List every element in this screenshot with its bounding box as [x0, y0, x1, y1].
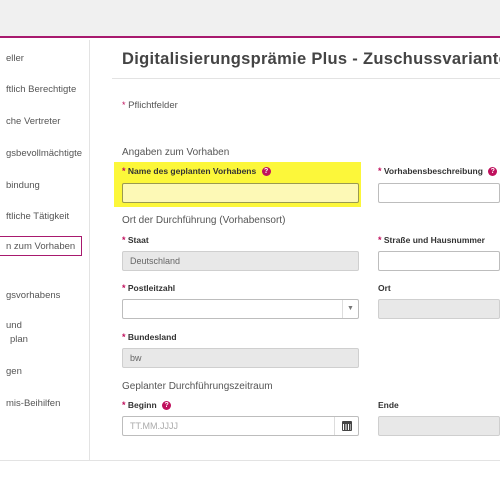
question-circle-icon[interactable]: ? [488, 167, 498, 177]
sidebar-item-label: che Vertreter [6, 116, 61, 127]
required-star: * [122, 235, 126, 245]
bundesland-field-label: * Bundesland [122, 332, 177, 342]
required-note-text: Pflichtfelder [128, 100, 178, 111]
sidebar-item-bankverbindung[interactable]: bindung [0, 179, 89, 193]
sidebar-item-label: gen [6, 366, 22, 377]
staat-field: Deutschland [122, 251, 359, 271]
label-text: Name des geplanten Vorhabens [127, 166, 257, 176]
sidebar-item-label: mis-Beihilfen [6, 398, 61, 409]
beginn-field-label: * Beginn ? [122, 400, 172, 411]
section-ort-der-durchfuehrung: Ort der Durchführung (Vorhabensort) [122, 215, 286, 226]
ende-field [378, 416, 500, 436]
vorhaben-name-input[interactable] [122, 183, 359, 203]
sidebar-item-label: gsvorhabens [6, 290, 61, 301]
sidebar-item-label: plan [10, 334, 28, 345]
section-durchfuehrungszeitraum: Geplanter Durchführungszeitraum [122, 381, 273, 392]
beginn-date-input[interactable]: TT.MM.JJJJ [122, 416, 359, 436]
sidebar-item-label: gsbevollmächtigte [6, 148, 83, 159]
sidebar-item-label: ftliche Tätigkeit [6, 211, 70, 222]
sidebar-item-de-minimis-beihilfen[interactable]: mis-Beihilfen [0, 397, 89, 411]
section-angaben-zum-vorhaben: Angaben zum Vorhaben [122, 147, 230, 158]
question-circle-icon[interactable]: ? [162, 401, 172, 411]
sidebar-item-gesetzliche-vertreter[interactable]: che Vertreter [0, 115, 89, 129]
sidebar-item-wirtschaftlich-berechtigte[interactable]: ftlich Berechtigte [0, 83, 89, 97]
vorhabensbeschreibung-input[interactable] [378, 183, 500, 203]
required-star: * [378, 235, 382, 245]
ort-field [378, 299, 500, 319]
calendar-icon [342, 421, 352, 431]
beschreibung-field-label: * Vorhabensbeschreibung ? [378, 166, 498, 177]
strasse-hausnummer-input[interactable] [378, 251, 500, 271]
sidebar-item-antragsteller[interactable]: eller [0, 52, 89, 66]
sidebar-item-label: eller [6, 53, 24, 64]
question-circle-icon[interactable]: ? [261, 167, 271, 177]
sidebar-item-angaben-zum-vorhaben[interactable]: n zum Vorhaben [0, 236, 82, 256]
strasse-field-label: * Straße und Hausnummer [378, 235, 485, 245]
sidebar-item-foerdervorhabens[interactable]: gsvorhabens [0, 289, 89, 303]
sidebar-item-label: und [6, 320, 22, 331]
label-text: Ort [378, 283, 391, 293]
required-star: * [378, 166, 382, 176]
sidebar-item-wirtschaftliche-taetigkeit[interactable]: ftliche Tätigkeit [0, 210, 89, 224]
top-bar [0, 0, 500, 38]
required-star: * [122, 400, 126, 410]
ende-field-label: Ende [378, 400, 399, 410]
sidebar-item-label: n zum Vorhaben [6, 241, 76, 252]
label-text: Vorhabensbeschreibung [383, 166, 483, 176]
postleitzahl-field-label: * Postleitzahl [122, 283, 175, 293]
ort-field-label: Ort [378, 283, 391, 293]
sidebar-item-erklaerungen[interactable]: gen [0, 365, 89, 379]
calendar-button[interactable] [334, 417, 358, 435]
label-text: Ende [378, 400, 399, 410]
required-fields-note: * Pflichtfelder [122, 100, 178, 111]
sidebar-item-label: bindung [6, 180, 40, 191]
page-title: Digitalisierungsprämie Plus - Zuschussva… [122, 50, 500, 68]
sidebar-nav: eller ftlich Berechtigte che Vertreter g… [0, 40, 90, 460]
chevron-down-icon[interactable]: ▼ [342, 300, 358, 318]
title-divider [112, 78, 500, 79]
staat-field-label: * Staat [122, 235, 149, 245]
sidebar-item-verfahrensbevollmaechtigte[interactable]: gsbevollmächtigte [0, 147, 89, 161]
sidebar-item-label: ftlich Berechtigte [6, 84, 77, 95]
postleitzahl-select[interactable]: ▼ [122, 299, 359, 319]
label-text: Bundesland [127, 332, 177, 342]
label-text: Straße und Hausnummer [383, 235, 485, 245]
bottom-divider [0, 460, 500, 461]
required-star: * [122, 283, 126, 293]
main-content: Digitalisierungsprämie Plus - Zuschussva… [90, 40, 500, 460]
bundesland-field: bw [122, 348, 359, 368]
required-star: * [122, 166, 126, 176]
label-text: Beginn [127, 400, 157, 410]
beginn-placeholder: TT.MM.JJJJ [130, 421, 178, 431]
required-star: * [122, 100, 126, 110]
label-text: Staat [127, 235, 149, 245]
required-star: * [122, 332, 126, 342]
label-text: Postleitzahl [127, 283, 176, 293]
name-field-label: * Name des geplanten Vorhabens ? [122, 166, 271, 177]
sidebar-item-kosten-und-finanzierungsplan[interactable]: und plan [0, 319, 89, 347]
